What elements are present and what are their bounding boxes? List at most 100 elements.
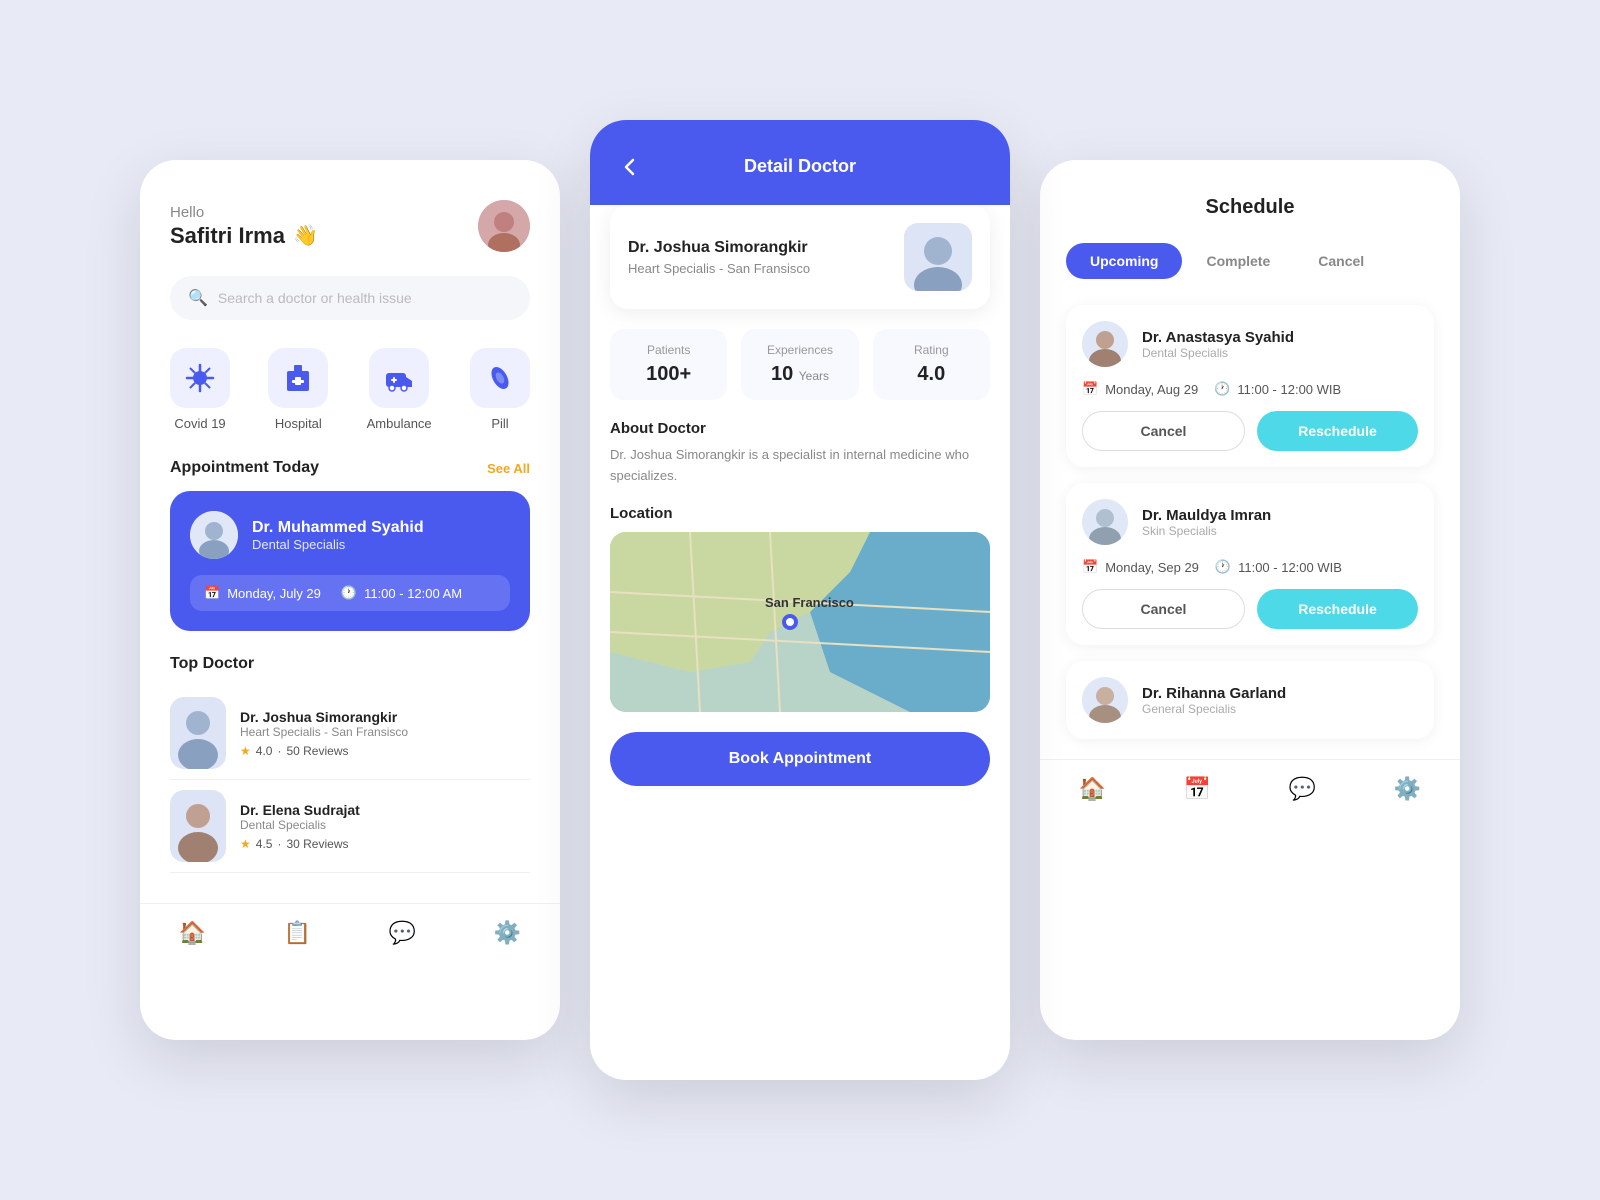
nav-settings-icon[interactable]: ⚙️ — [494, 920, 521, 946]
category-pill-label: Pill — [491, 416, 508, 431]
search-placeholder-text: Search a doctor or health issue — [218, 290, 412, 306]
search-icon: 🔍 — [188, 288, 208, 308]
tab-cancel[interactable]: Cancel — [1294, 243, 1388, 279]
cancel-button-0[interactable]: Cancel — [1082, 411, 1245, 451]
detail-header: Detail Doctor — [590, 120, 1010, 205]
book-appointment-button[interactable]: Book Appointment — [610, 732, 990, 786]
username-text: Safitri Irma 👋 — [170, 223, 318, 249]
nav-home-icon[interactable]: 🏠 — [179, 920, 206, 946]
category-covid19[interactable]: Covid 19 — [170, 348, 230, 431]
about-section: About Doctor Dr. Joshua Simorangkir is a… — [610, 420, 990, 487]
patients-label: Patients — [624, 343, 713, 357]
category-hospital[interactable]: Hospital — [268, 348, 328, 431]
schedule-card-0: Dr. Anastasya Syahid Dental Specialis 📅 … — [1066, 305, 1434, 467]
search-bar[interactable]: 🔍 Search a doctor or health issue — [170, 276, 530, 320]
svg-text:San Francisco: San Francisco — [765, 595, 854, 610]
doctor-card-0[interactable]: Dr. Joshua Simorangkir Heart Specialis -… — [170, 687, 530, 780]
phone-schedule: Schedule Upcoming Complete Cancel Dr. An… — [1040, 160, 1460, 1040]
map-container: San Francisco — [610, 532, 990, 712]
stat-experience: Experiences 10 Years — [741, 329, 858, 400]
doctor-card-1[interactable]: Dr. Elena Sudrajat Dental Specialis ★ 4.… — [170, 780, 530, 873]
top-doctor-title: Top Doctor — [170, 655, 530, 673]
stat-rating: Rating 4.0 — [873, 329, 990, 400]
schedule-avatar-2 — [1082, 677, 1128, 723]
patients-value: 100+ — [624, 363, 713, 386]
phone-home: Hello Safitri Irma 👋 🔍 Search a d — [140, 160, 560, 1040]
sc-clock-icon-1: 🕐 — [1215, 559, 1231, 575]
nav-list-icon[interactable]: 📋 — [284, 920, 311, 946]
schedule-doctor-spec-0: Dental Specialis — [1142, 346, 1294, 360]
appointment-section-title: Appointment Today — [170, 459, 319, 477]
cancel-button-1[interactable]: Cancel — [1082, 589, 1245, 629]
phone-detail: Detail Doctor Dr. Joshua Simorangkir Hea… — [590, 120, 1010, 1080]
home-bottom-nav: 🏠 📋 💬 ⚙️ — [140, 903, 560, 956]
schedule-doctor-name-0: Dr. Anastasya Syahid — [1142, 329, 1294, 346]
sc-nav-calendar-icon[interactable]: 📅 — [1184, 776, 1211, 802]
tab-upcoming[interactable]: Upcoming — [1066, 243, 1182, 279]
schedule-avatar-0 — [1082, 321, 1128, 367]
detail-doctor-specialty: Heart Specialis - San Fransisco — [628, 261, 810, 276]
schedule-time-0: 11:00 - 12:00 WIB — [1237, 382, 1341, 397]
schedule-doctor-info-0: Dr. Anastasya Syahid Dental Specialis — [1142, 329, 1294, 360]
schedule-doctor-spec-2: General Specialis — [1142, 702, 1418, 716]
about-text: Dr. Joshua Simorangkir is a specialist i… — [610, 445, 990, 487]
appt-date: Monday, July 29 — [227, 586, 321, 601]
category-ambulance[interactable]: Ambulance — [367, 348, 432, 431]
rating-label: Rating — [887, 343, 976, 357]
doctor-rating-0: ★ 4.0 · 50 Reviews — [240, 744, 530, 758]
nav-chat-icon[interactable]: 💬 — [389, 920, 416, 946]
doctor-name-1: Dr. Elena Sudrajat — [240, 802, 530, 818]
appt-time-row: 📅 Monday, July 29 🕐 11:00 - 12:00 AM — [190, 575, 510, 611]
calendar-icon: 📅 — [204, 585, 220, 601]
sc-calendar-icon-0: 📅 — [1082, 381, 1098, 397]
schedule-card-1: Dr. Mauldya Imran Skin Specialis 📅 Monda… — [1066, 483, 1434, 645]
star-icon-1: ★ — [240, 837, 251, 851]
clock-icon: 🕐 — [341, 585, 357, 601]
detail-doctor-name: Dr. Joshua Simorangkir — [628, 239, 810, 257]
sc-nav-chat-icon[interactable]: 💬 — [1289, 776, 1316, 802]
hospital-icon — [268, 348, 328, 408]
categories-row: Covid 19 Hospital Ambulance — [170, 348, 530, 431]
stat-patients: Patients 100+ — [610, 329, 727, 400]
back-button[interactable] — [614, 151, 646, 183]
location-section: Location — [610, 505, 990, 712]
reschedule-button-1[interactable]: Reschedule — [1257, 589, 1418, 629]
location-title: Location — [610, 505, 990, 522]
schedule-time-row-0: 📅 Monday, Aug 29 🕐 11:00 - 12:00 WIB — [1082, 381, 1418, 397]
appointment-card: Dr. Muhammed Syahid Dental Specialis 📅 M… — [170, 491, 530, 631]
greeting-text: Hello — [170, 204, 318, 221]
schedule-bottom-nav: 🏠 📅 💬 ⚙️ — [1040, 759, 1460, 812]
schedule-doctor-spec-1: Skin Specialis — [1142, 524, 1271, 538]
schedule-avatar-1 — [1082, 499, 1128, 545]
doctor-spec-0: Heart Specialis - San Fransisco — [240, 725, 530, 739]
home-header: Hello Safitri Irma 👋 — [170, 200, 530, 252]
schedule-doctor-name-1: Dr. Mauldya Imran — [1142, 507, 1271, 524]
detail-body: Dr. Joshua Simorangkir Heart Specialis -… — [590, 205, 1010, 806]
star-icon: ★ — [240, 744, 251, 758]
schedule-actions-1: Cancel Reschedule — [1082, 589, 1418, 629]
schedule-time-1: 11:00 - 12:00 WIB — [1238, 560, 1342, 575]
stats-row: Patients 100+ Experiences 10 Years Ratin… — [610, 329, 990, 400]
sc-nav-settings-icon[interactable]: ⚙️ — [1394, 776, 1421, 802]
doctor-photo-1 — [170, 790, 226, 862]
appt-specialty: Dental Specialis — [252, 537, 424, 552]
schedule-card-partial: Dr. Rihanna Garland General Specialis — [1066, 661, 1434, 739]
reschedule-button-0[interactable]: Reschedule — [1257, 411, 1418, 451]
appt-doctor-avatar — [190, 511, 238, 559]
doctor-rating-1: ★ 4.5 · 30 Reviews — [240, 837, 530, 851]
schedule-actions-0: Cancel Reschedule — [1082, 411, 1418, 451]
appt-doctor-name: Dr. Muhammed Syahid — [252, 519, 424, 537]
detail-title: Detail Doctor — [744, 156, 856, 177]
tab-complete[interactable]: Complete — [1182, 243, 1294, 279]
category-covid19-label: Covid 19 — [174, 416, 225, 431]
experience-value: 10 Years — [755, 363, 844, 386]
doctor-info-1: Dr. Elena Sudrajat Dental Specialis ★ 4.… — [240, 802, 530, 851]
schedule-tabs: Upcoming Complete Cancel — [1066, 243, 1434, 279]
user-avatar — [478, 200, 530, 252]
category-pill[interactable]: Pill — [470, 348, 530, 431]
ambulance-icon — [369, 348, 429, 408]
see-all-button[interactable]: See All — [487, 461, 530, 476]
schedule-date-0: Monday, Aug 29 — [1105, 382, 1198, 397]
doctor-info-0: Dr. Joshua Simorangkir Heart Specialis -… — [240, 709, 530, 758]
sc-nav-home-icon[interactable]: 🏠 — [1079, 776, 1106, 802]
